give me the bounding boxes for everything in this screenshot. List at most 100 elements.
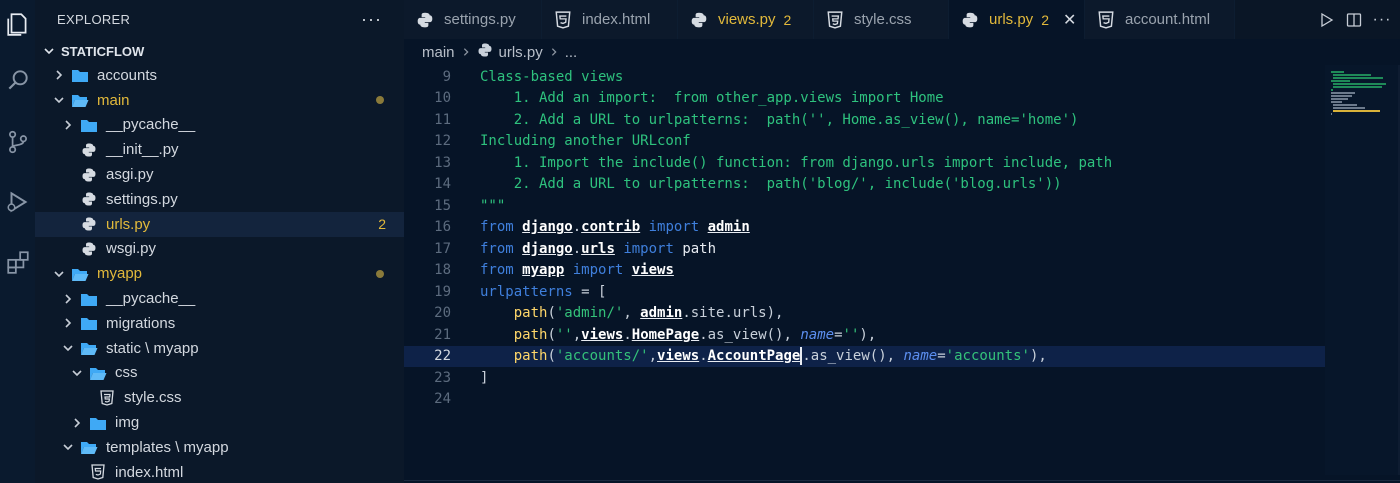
tree-folder[interactable]: __pycache__ [35, 286, 404, 311]
python-file-icon [690, 11, 708, 29]
tree-item-label: myapp [97, 265, 143, 283]
close-icon[interactable]: ✕ [1063, 10, 1076, 30]
code-token: 1. Add an import: from other_app.views i… [480, 90, 944, 107]
tab-settings-py[interactable]: settings.py [404, 0, 542, 39]
minimap[interactable] [1325, 65, 1400, 475]
code-line[interactable]: 15 """ [404, 195, 1325, 217]
code-line[interactable]: 14 2. Add a URL to urlpatterns: path('bl… [404, 174, 1325, 196]
chevron-down-icon[interactable] [51, 92, 67, 108]
tree-item-label: main [97, 91, 130, 109]
chevron-down-icon[interactable] [60, 439, 76, 455]
code-token: import [614, 240, 683, 257]
project-name: STATICFLOW [61, 43, 145, 59]
tree-folder[interactable]: __pycache__ [35, 113, 404, 138]
tab-problem-badge: 2 [783, 11, 792, 28]
tab-style-css[interactable]: style.css [814, 0, 949, 39]
tree-file[interactable]: urls.py 2 [35, 211, 404, 237]
tab-account-html[interactable]: account.html [1085, 0, 1235, 39]
explorer-icon[interactable] [0, 4, 35, 44]
line-number: 16 [434, 219, 451, 236]
tab-urls-py[interactable]: urls.py 2 ✕ [949, 0, 1085, 39]
search-icon[interactable] [0, 60, 35, 100]
code-token: from [480, 262, 523, 279]
tree-folder[interactable]: accounts [35, 63, 404, 88]
editor-actions: ··· [1312, 0, 1400, 39]
tab-list: settings.py index.html views.py 2 style.css u… [404, 0, 1235, 39]
tab-views-py[interactable]: views.py 2 [678, 0, 814, 39]
tree-file[interactable]: settings.py [35, 187, 404, 212]
tree-file[interactable]: index.html [35, 460, 404, 483]
tree-file[interactable]: style.css [35, 385, 404, 410]
code-text: from myapp import views [480, 262, 674, 278]
code-line[interactable]: 20 path('admin/', admin.site.urls), [404, 303, 1325, 325]
folder-open-icon [80, 339, 98, 357]
more-actions-icon[interactable]: ··· [361, 9, 382, 30]
project-section-header[interactable]: STATICFLOW [35, 39, 404, 63]
source-control-icon[interactable] [0, 122, 35, 162]
css-file-icon [826, 10, 844, 29]
explorer-sidebar: EXPLORER ··· STATICFLOW accounts main __py… [35, 0, 404, 483]
tree-folder[interactable]: main [35, 88, 404, 113]
tree-folder[interactable]: myapp [35, 261, 404, 286]
more-actions-icon[interactable]: ··· [1368, 6, 1396, 34]
code-token: path [480, 305, 548, 322]
tree-folder[interactable]: css [35, 361, 404, 386]
tree-file[interactable]: wsgi.py [35, 237, 404, 262]
code-line[interactable]: 13 1. Import the include() function: fro… [404, 152, 1325, 174]
code-token: ] [480, 369, 489, 386]
tree-file[interactable]: __init__.py [35, 137, 404, 162]
breadcrumb-more[interactable]: ... [565, 44, 578, 61]
panel-divider [404, 480, 1400, 481]
code-token: 'accounts' [945, 348, 1030, 365]
minimap-line [1333, 107, 1366, 109]
code-text: from django.urls import path [480, 241, 716, 257]
tree-folder[interactable]: templates \ myapp [35, 435, 404, 460]
code-line[interactable]: 11 2. Add a URL to urlpatterns: path('',… [404, 109, 1325, 131]
tab-index-html[interactable]: index.html [542, 0, 678, 39]
folder-open-icon [80, 438, 98, 456]
code-line[interactable]: 19 urlpatterns = [ [404, 281, 1325, 303]
chevron-right-icon[interactable] [60, 291, 76, 307]
tree-file[interactable]: asgi.py [35, 162, 404, 187]
minimap-line [1331, 89, 1334, 91]
tree-folder[interactable]: migrations [35, 311, 404, 336]
chevron-right-icon[interactable] [69, 415, 85, 431]
code-line[interactable]: 16 from django.contrib import admin [404, 217, 1325, 239]
code-line[interactable]: 23] [404, 367, 1325, 389]
chevron-down-icon[interactable] [60, 340, 76, 356]
tree-folder[interactable]: static \ myapp [35, 336, 404, 361]
line-number: 9 [442, 68, 451, 85]
code-token: """ [480, 197, 506, 214]
code-token: '' [555, 326, 573, 343]
code-line[interactable]: 22 path('accounts/',views.AccountPage .as… [404, 345, 1325, 367]
code-line[interactable]: 12 Including another URLconf [404, 131, 1325, 153]
code-editor[interactable]: 9 Class-based views 10 1. Add an import: f… [404, 65, 1325, 475]
chevron-down-icon[interactable] [69, 365, 85, 381]
code-token: .as_view(), [802, 348, 904, 365]
code-line[interactable]: 17 from django.urls import path [404, 238, 1325, 260]
code-token: = [ [572, 283, 607, 300]
code-token: ), [859, 326, 877, 343]
chevron-down-icon[interactable] [51, 266, 67, 282]
code-line[interactable]: 9 Class-based views [404, 66, 1325, 88]
run-debug-icon[interactable] [0, 182, 35, 222]
tree-item-label: urls.py [106, 215, 151, 233]
line-number: 21 [434, 326, 451, 343]
code-line[interactable]: 24 [404, 389, 1325, 411]
chevron-right-icon[interactable] [51, 67, 67, 83]
breadcrumb-file[interactable]: urls.py [499, 44, 543, 61]
tab-label: views.py [718, 11, 776, 28]
code-token: django [522, 240, 573, 257]
split-editor-icon[interactable] [1340, 6, 1368, 34]
code-line[interactable]: 10 1. Add an import: from other_app.view… [404, 88, 1325, 110]
code-token: name [903, 348, 938, 365]
run-file-icon[interactable] [1312, 6, 1340, 34]
extensions-icon[interactable] [0, 242, 35, 282]
tree-folder[interactable]: img [35, 410, 404, 435]
code-token: Including another URLconf [480, 133, 691, 150]
breadcrumb-root[interactable]: main [422, 44, 455, 61]
code-line[interactable]: 21 path('',views.HomePage.as_view(), nam… [404, 324, 1325, 346]
chevron-right-icon[interactable] [60, 315, 76, 331]
code-line[interactable]: 18 from myapp import views [404, 260, 1325, 282]
chevron-right-icon[interactable] [60, 117, 76, 133]
